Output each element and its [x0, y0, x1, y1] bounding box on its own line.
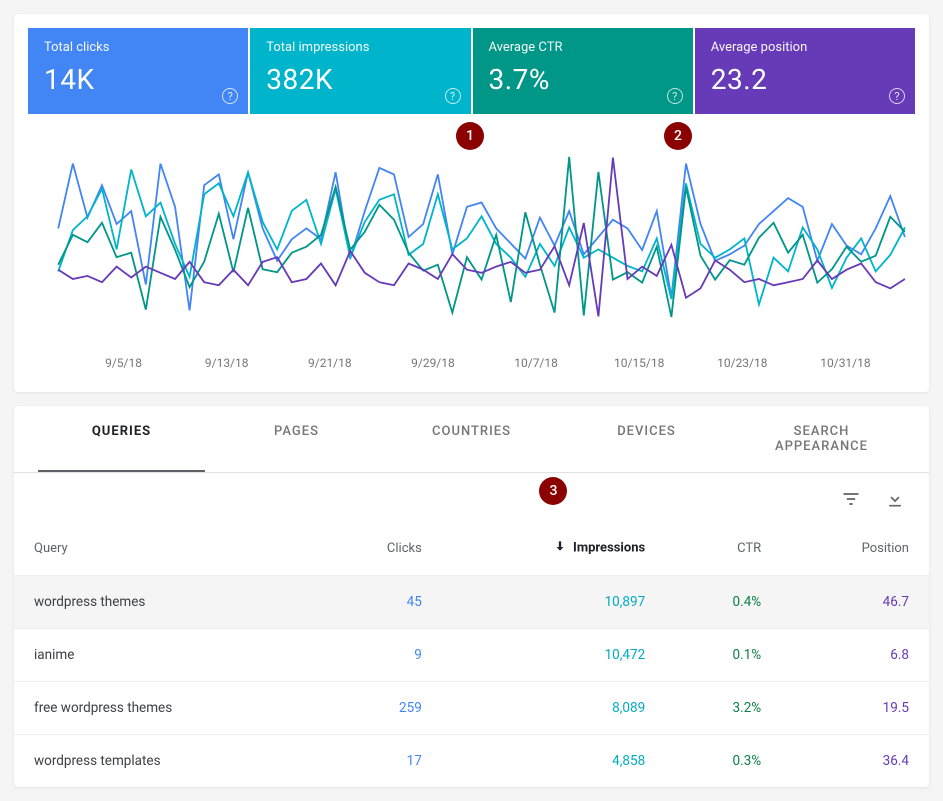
- metric-card-1[interactable]: Total impressions 382K?: [250, 28, 470, 114]
- cell-ctr: 0.4%: [665, 576, 781, 629]
- help-icon[interactable]: ?: [889, 88, 905, 104]
- x-tick: 10/31/18: [794, 356, 897, 370]
- cell-clicks: 45: [315, 576, 442, 629]
- col-position[interactable]: Position: [781, 511, 929, 576]
- cell-position: 6.8: [781, 629, 929, 682]
- cell-impressions: 8,089: [442, 682, 665, 735]
- x-tick: 10/23/18: [691, 356, 794, 370]
- metrics-row: Total clicks14K?Total impressions382K?Av…: [14, 14, 929, 114]
- x-tick: 9/13/18: [175, 356, 278, 370]
- tab-pages[interactable]: Pages: [213, 406, 380, 472]
- sort-desc-icon: [553, 542, 567, 557]
- table-body: wordpress themes4510,8970.4%46.7ianime91…: [14, 576, 929, 788]
- table-header-row: QueryClicks3ImpressionsCTRPosition: [14, 511, 929, 576]
- cell-ctr: 0.1%: [665, 629, 781, 682]
- report-toolbar: [14, 473, 929, 511]
- col-impressions[interactable]: 3Impressions: [442, 511, 665, 576]
- cell-impressions: 4,858: [442, 735, 665, 788]
- series-average-position: [58, 158, 905, 317]
- series-total-clicks: [58, 164, 905, 311]
- x-tick: 10/7/18: [485, 356, 588, 370]
- annotation-badge-3: 3: [539, 477, 567, 505]
- metric-value: 14K: [44, 63, 232, 96]
- cell-position: 46.7: [781, 576, 929, 629]
- metric-value: 3.7%: [489, 63, 677, 96]
- chart-x-axis: 9/5/189/13/189/21/189/29/1810/7/1810/15/…: [28, 342, 915, 370]
- metric-card-0[interactable]: Total clicks 14K?: [28, 28, 248, 114]
- col-clicks[interactable]: Clicks: [315, 511, 442, 576]
- cell-ctr: 0.3%: [665, 735, 781, 788]
- metric-value: 23.2: [711, 63, 899, 96]
- cell-impressions: 10,897: [442, 576, 665, 629]
- table-row[interactable]: wordpress templates174,8580.3%36.4: [14, 735, 929, 788]
- help-icon[interactable]: ?: [667, 88, 683, 104]
- cell-query: wordpress templates: [14, 735, 315, 788]
- metric-label: Average CTR: [489, 40, 677, 55]
- performance-chart: [28, 122, 915, 342]
- annotation-badge-2: 2: [664, 122, 692, 150]
- queries-table: QueryClicks3ImpressionsCTRPosition wordp…: [14, 511, 929, 787]
- cell-clicks: 259: [315, 682, 442, 735]
- cell-clicks: 9: [315, 629, 442, 682]
- tabs: QueriesPagesCountriesDevicesSearch Appea…: [14, 406, 929, 473]
- cell-impressions: 10,472: [442, 629, 665, 682]
- help-icon[interactable]: ?: [445, 88, 461, 104]
- metric-label: Average position: [711, 40, 899, 55]
- x-tick: 9/5/18: [72, 356, 175, 370]
- tab-countries[interactable]: Countries: [388, 406, 555, 472]
- chart-wrap: 12 9/5/189/13/189/21/189/29/1810/7/1810/…: [14, 114, 929, 392]
- download-icon: [885, 489, 905, 509]
- cell-clicks: 17: [315, 735, 442, 788]
- metric-value: 382K: [266, 63, 454, 96]
- tab-devices[interactable]: Devices: [563, 406, 730, 472]
- cell-position: 36.4: [781, 735, 929, 788]
- cell-query: wordpress themes: [14, 576, 315, 629]
- annotation-badge-1: 1: [456, 122, 484, 150]
- cell-position: 19.5: [781, 682, 929, 735]
- x-tick: 10/15/18: [588, 356, 691, 370]
- metric-label: Total impressions: [266, 40, 454, 55]
- col-ctr[interactable]: CTR: [665, 511, 781, 576]
- table-row[interactable]: ianime910,4720.1%6.8: [14, 629, 929, 682]
- cell-query: ianime: [14, 629, 315, 682]
- metric-label: Total clicks: [44, 40, 232, 55]
- col-query[interactable]: Query: [14, 511, 315, 576]
- cell-ctr: 3.2%: [665, 682, 781, 735]
- metric-card-3[interactable]: Average position 23.2?: [695, 28, 915, 114]
- table-row[interactable]: wordpress themes4510,8970.4%46.7: [14, 576, 929, 629]
- series-average-ctr: [58, 157, 905, 317]
- x-tick: 9/21/18: [278, 356, 381, 370]
- filter-button[interactable]: [839, 487, 863, 511]
- tab-queries[interactable]: Queries: [38, 406, 205, 472]
- help-icon[interactable]: ?: [222, 88, 238, 104]
- metric-card-2[interactable]: Average CTR 3.7%?: [473, 28, 693, 114]
- table-row[interactable]: free wordpress themes2598,0893.2%19.5: [14, 682, 929, 735]
- queries-card: QueriesPagesCountriesDevicesSearch Appea…: [14, 406, 929, 787]
- cell-query: free wordpress themes: [14, 682, 315, 735]
- filter-icon: [841, 489, 861, 509]
- x-tick: 9/29/18: [381, 356, 484, 370]
- tab-search-appearance[interactable]: Search Appearance: [738, 406, 905, 472]
- download-button[interactable]: [883, 487, 907, 511]
- performance-card: Total clicks14K?Total impressions382K?Av…: [14, 14, 929, 392]
